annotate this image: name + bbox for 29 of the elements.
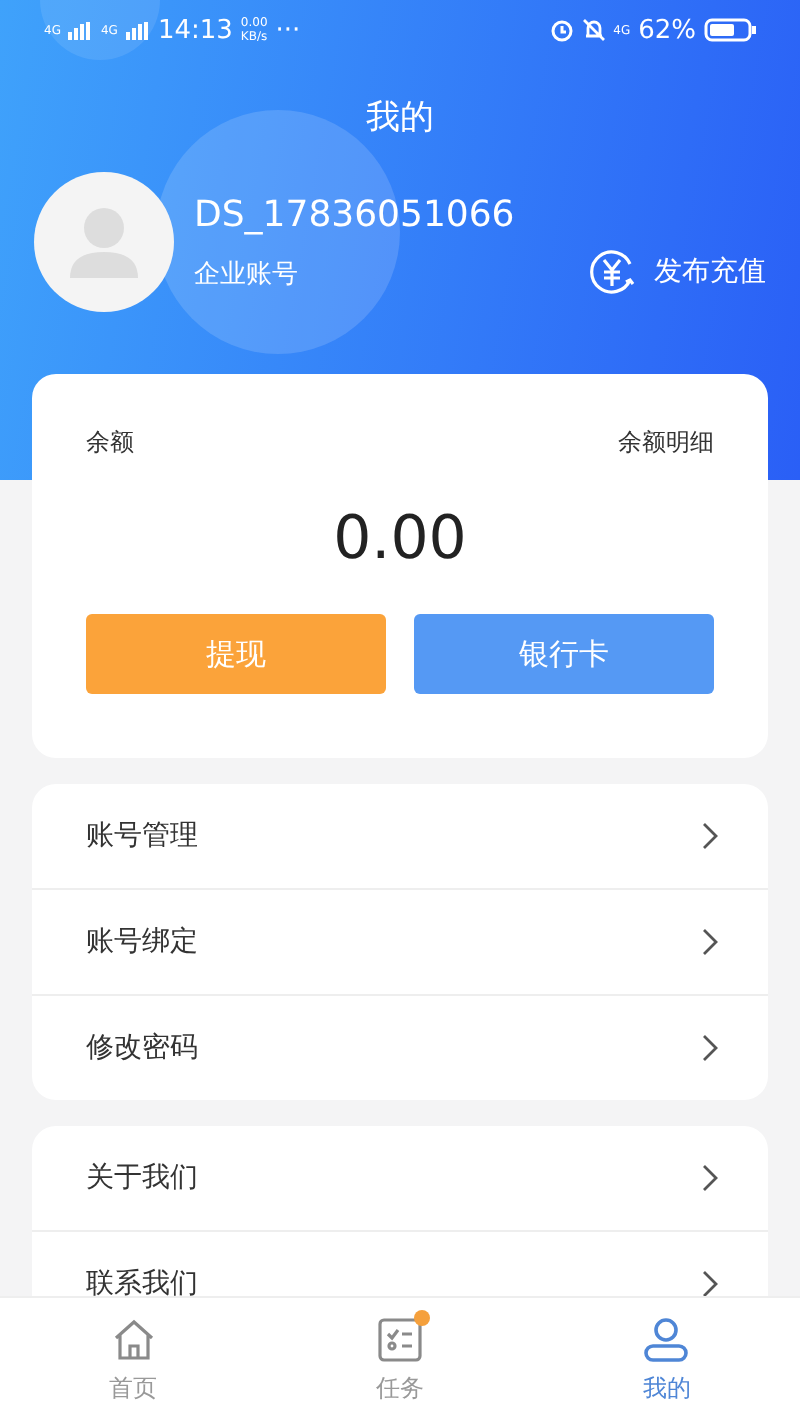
home-icon	[109, 1315, 158, 1363]
tab[interactable]: 我的	[533, 1298, 800, 1422]
signal-icon	[68, 21, 93, 39]
status-time: 14:13	[157, 15, 233, 45]
balance-label: 余额	[86, 426, 134, 460]
username: DS_17836051066	[194, 193, 515, 235]
chevron-icon	[702, 1164, 718, 1192]
balance-amount: 0.00	[331, 504, 469, 574]
account-type: 企业账号	[194, 257, 300, 291]
recharge-button[interactable]: 发布充值	[586, 246, 766, 298]
battery-percent: 62%	[638, 15, 696, 45]
menu-item[interactable]: 账号绑定	[32, 888, 768, 994]
battery-icon	[704, 18, 756, 42]
menu-item[interactable]: 关于我们	[32, 1126, 768, 1230]
chevron-icon	[702, 1034, 718, 1062]
page-title: 我的	[364, 96, 436, 140]
muted-bell-icon	[581, 18, 606, 42]
alarm-icon	[549, 18, 574, 42]
menu-item[interactable]: 账号管理	[32, 784, 768, 888]
person-icon	[642, 1315, 691, 1363]
checklist-icon	[375, 1315, 424, 1363]
signal-icon	[125, 21, 150, 39]
menu-item[interactable]: 修改密码	[32, 994, 768, 1100]
chevron-icon	[702, 928, 718, 956]
more-indicator: ···	[275, 15, 301, 45]
chevron-icon	[702, 822, 718, 850]
balance-details-link[interactable]: 余额明细	[618, 426, 714, 460]
yuan-cycle-icon	[586, 246, 638, 298]
chevron-icon	[702, 1270, 718, 1296]
